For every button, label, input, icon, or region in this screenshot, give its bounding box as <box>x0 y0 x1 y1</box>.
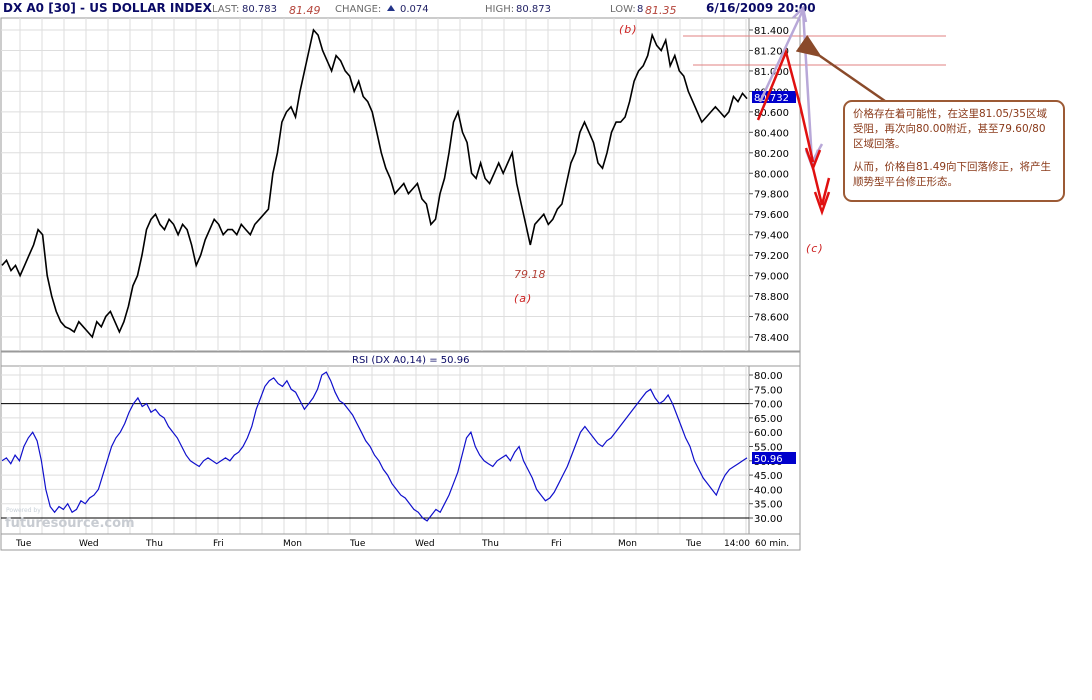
wave-a-label: (a) <box>514 292 532 305</box>
rsi-y-axis: 80.0075.0070.0065.0060.0055.0050.0045.00… <box>749 371 783 525</box>
x-tick-label: Thu <box>145 539 163 549</box>
price-tick-label: 80.400 <box>754 128 789 139</box>
rsi-panel: 80.0075.0070.0065.0060.0055.0050.0045.00… <box>0 365 801 535</box>
rsi-tick-label: 65.00 <box>754 414 783 425</box>
x-tick-label: Thu <box>481 539 499 549</box>
watermark-small: Powered by <box>6 507 41 514</box>
x-tick-label: Fri <box>213 539 224 549</box>
x-tick-label: Fri <box>551 539 562 549</box>
last-label: LAST: <box>212 4 239 15</box>
x-axis-bar <box>0 533 801 551</box>
wave-c-label: (c) <box>806 242 824 255</box>
analysis-note: 价格存在着可能性，在这里81.05/35区域受阻，再次向80.00附近，甚至79… <box>843 100 1065 202</box>
wave-b-label: (b) <box>619 23 638 36</box>
rsi-tick-label: 40.00 <box>754 485 783 496</box>
price-tick-label: 79.600 <box>754 210 789 221</box>
peak-high-label: 81.49 <box>289 4 321 17</box>
high-value: 80.873 <box>516 4 551 15</box>
rsi-title: RSI (DX A0,14) = 50.96 <box>352 355 469 366</box>
analysis-note-paragraph-2: 从而，价格自81.49向下回落修正，将产生顺势型平台修正形态。 <box>853 161 1052 188</box>
watermark: futuresource.com <box>5 516 135 531</box>
price-tick-label: 78.800 <box>754 292 789 303</box>
change-label: CHANGE: <box>335 4 381 15</box>
rsi-tick-label: 80.00 <box>754 371 783 382</box>
x-tick-label: Mon <box>618 539 637 549</box>
forecast-arrow-down-icon <box>801 9 824 170</box>
last-price-marker: 80.732 <box>754 93 789 104</box>
rsi-tick-label: 45.00 <box>754 471 783 482</box>
price-plot-frame <box>0 17 750 352</box>
rsi-plot-frame <box>0 365 750 535</box>
price-tick-label: 79.000 <box>754 272 789 283</box>
rsi-tick-label: 70.00 <box>754 400 783 411</box>
forecast-arrow-red-c-icon <box>811 167 831 216</box>
x-tick-label: Wed <box>79 539 99 549</box>
rsi-last-marker: 50.96 <box>754 454 783 465</box>
price-tick-label: 81.400 <box>754 26 789 37</box>
analysis-note-paragraph-1: 价格存在着可能性，在这里81.05/35区域受阻，再次向80.00附近，甚至79… <box>853 108 1047 150</box>
low-value: 8 <box>637 4 643 15</box>
peak-b-label: 81.35 <box>645 4 677 17</box>
low-label: LOW: <box>610 4 636 15</box>
price-tick-label: 80.000 <box>754 169 789 180</box>
price-tick-label: 78.400 <box>754 333 789 344</box>
price-tick-label: 79.400 <box>754 231 789 242</box>
x-tick-label: Tue <box>15 539 32 549</box>
x-tick-label: 14:00 <box>724 539 750 549</box>
trough-low-label: 79.18 <box>514 268 546 281</box>
x-tick-label: Wed <box>415 539 435 549</box>
price-tick-label: 79.200 <box>754 251 789 262</box>
last-value: 80.783 <box>242 4 277 15</box>
chart-title: DX A0 [30] - US DOLLAR INDEX <box>3 1 213 15</box>
rsi-tick-label: 30.00 <box>754 514 783 525</box>
price-tick-label: 78.600 <box>754 313 789 324</box>
rsi-tick-label: 35.00 <box>754 500 783 511</box>
x-tick-label: Mon <box>283 539 302 549</box>
rsi-tick-label: 75.00 <box>754 385 783 396</box>
price-tick-label: 79.800 <box>754 190 789 201</box>
price-panel: 81.40081.20081.00080.80080.60080.40080.2… <box>0 17 801 352</box>
rsi-tick-label: 55.00 <box>754 443 783 454</box>
rsi-tick-label: 60.00 <box>754 428 783 439</box>
x-tick-label: Tue <box>349 539 366 549</box>
high-label: HIGH: <box>485 4 514 15</box>
change-value: 0.074 <box>400 4 429 15</box>
price-tick-label: 80.200 <box>754 149 789 160</box>
x-tick-label: Tue <box>685 539 702 549</box>
interval-label: 60 min. <box>755 539 789 549</box>
